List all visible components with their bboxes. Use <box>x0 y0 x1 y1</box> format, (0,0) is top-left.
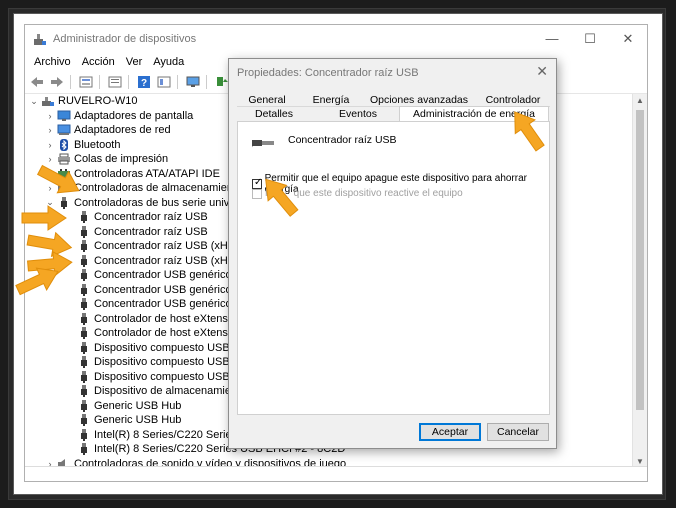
orange-arrow-icon <box>265 178 299 217</box>
orange-arrow-icon <box>21 205 67 231</box>
orange-arrow-icon <box>26 231 73 258</box>
orange-arrow-icon <box>514 111 545 152</box>
annotation-arrows <box>15 111 545 296</box>
orange-arrow-icon <box>36 164 80 194</box>
